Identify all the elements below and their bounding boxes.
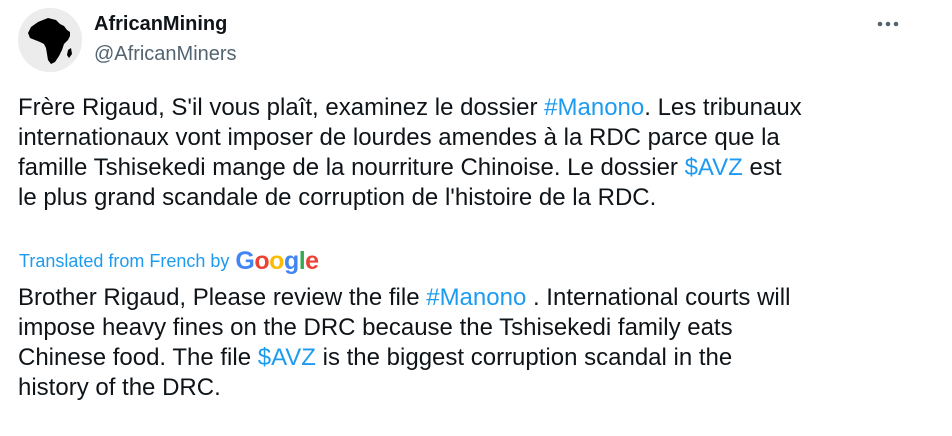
more-options-icon: [877, 21, 899, 27]
hashtag-manono-link[interactable]: #Manono: [544, 94, 644, 121]
translation-text-segment: impose heavy fines on the DRC because th…: [18, 314, 733, 341]
cashtag-avz-link[interactable]: $AVZ: [685, 154, 743, 181]
tweet-text-segment: internationaux vont imposer de lourdes a…: [18, 124, 780, 151]
tweet-text-segment: famille Tshisekedi mange de la nourritur…: [18, 154, 685, 181]
translation-text-segment: . International courts will: [526, 284, 791, 311]
google-logo-letter: o: [254, 247, 270, 275]
hashtag-manono-link[interactable]: #Manono: [426, 284, 526, 311]
tweet-line: Frère Rigaud, S'il vous plaît, examinez …: [18, 93, 923, 123]
tweet-line: famille Tshisekedi mange de la nourritur…: [18, 153, 923, 183]
more-options-button[interactable]: [872, 14, 904, 34]
tweet-text-segment: le plus grand scandale de corruption de …: [18, 184, 657, 211]
google-logo-letter: G: [235, 247, 255, 275]
translation-line: impose heavy fines on the DRC because th…: [18, 313, 923, 343]
tweet-text-segment: est: [742, 154, 782, 181]
translated-from-link[interactable]: Translated from French by: [19, 247, 229, 275]
translation-line: Chinese food. The file $AVZ is the bigge…: [18, 343, 923, 373]
avatar[interactable]: [18, 8, 82, 72]
translation-line: Brother Rigaud, Please review the file #…: [18, 283, 923, 313]
google-logo-letter: g: [283, 247, 299, 275]
tweet-text: Frère Rigaud, S'il vous plaît, examinez …: [18, 93, 923, 213]
tweet-text-segment: Frère Rigaud, S'il vous plaît, examinez …: [18, 94, 545, 121]
google-logo: Google: [235, 247, 319, 275]
tweet-line: le plus grand scandale de corruption de …: [18, 183, 923, 213]
tweet-text-segment: . Les tribunaux: [644, 94, 802, 121]
google-logo-letter: e: [305, 247, 319, 275]
cashtag-avz-link[interactable]: $AVZ: [258, 344, 316, 371]
translated-text: Brother Rigaud, Please review the file #…: [18, 283, 923, 403]
translation-attribution: Translated from French by Google: [19, 247, 319, 275]
translation-text-segment: is the biggest corruption scandal in the: [315, 344, 733, 371]
translation-text-segment: Brother Rigaud, Please review the file: [18, 284, 427, 311]
google-logo-letter: o: [269, 247, 284, 275]
translation-text-segment: Chinese food. The file: [18, 344, 258, 371]
author-handle[interactable]: @AfricanMiners: [94, 42, 237, 66]
translation-line: history of the DRC.: [18, 373, 923, 403]
africa-map-icon: [18, 8, 82, 72]
translation-text-segment: history of the DRC.: [18, 374, 221, 401]
author-display-name[interactable]: AfricanMining: [94, 12, 227, 36]
tweet-line: internationaux vont imposer de lourdes a…: [18, 123, 923, 153]
